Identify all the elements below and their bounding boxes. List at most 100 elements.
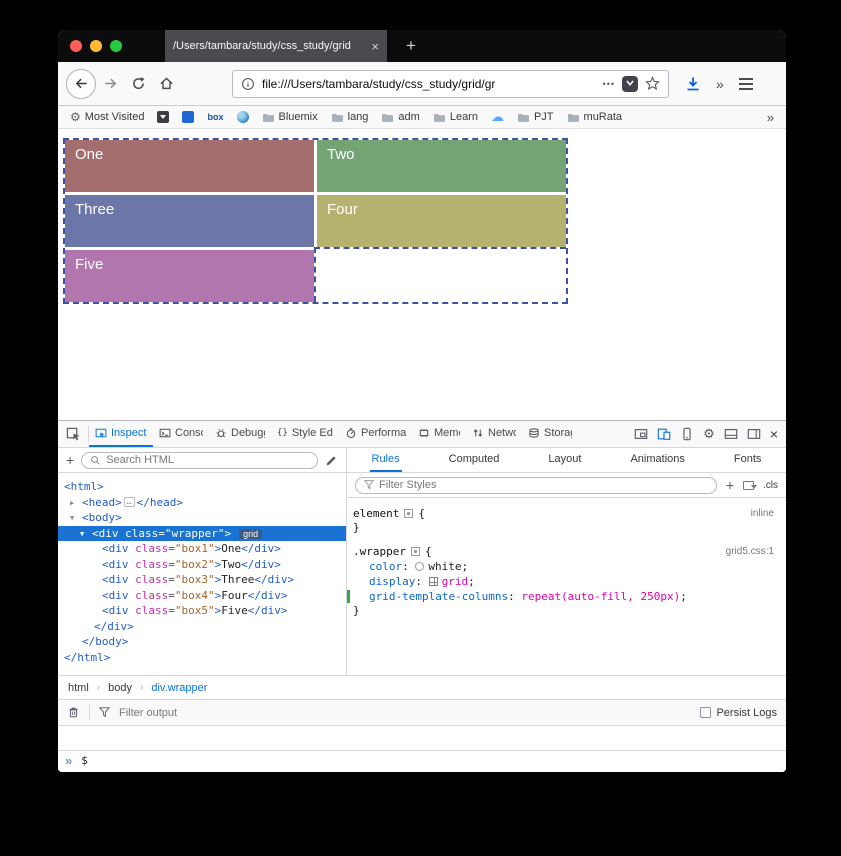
rule-open-brace: { <box>424 545 432 558</box>
selector-highlight-icon[interactable] <box>404 509 414 518</box>
devtools-tabs: Inspector Console Debugger {} Style Edit… <box>89 421 578 447</box>
url-bar[interactable]: file:///Users/tambara/study/css_study/gr… <box>232 69 669 98</box>
devtools-tab-network[interactable]: Network <box>466 421 522 447</box>
back-button[interactable] <box>66 68 96 99</box>
markup-line[interactable]: ▼ <div class="wrapper"> grid <box>58 525 346 543</box>
breadcrumb-item[interactable]: body <box>108 682 132 694</box>
markup-line[interactable]: ▼ <body> <box>58 510 346 526</box>
clear-console-trash-icon[interactable] <box>67 706 80 719</box>
twisty-closed-icon[interactable]: ▶ <box>70 496 80 512</box>
devtools-tab-debugger[interactable]: Debugger <box>209 421 271 447</box>
box-favicon[interactable]: box <box>207 112 223 122</box>
frames-icon[interactable] <box>634 427 648 441</box>
sidebar-tab-animations[interactable]: Animations <box>628 448 686 472</box>
bookmark-most-visited[interactable]: ⚙ Most Visited <box>70 110 144 124</box>
markup-line[interactable]: <div class="box3">Three</div> <box>58 572 346 588</box>
tab-close-icon[interactable]: × <box>371 39 379 54</box>
selector-highlight-icon[interactable] <box>410 547 420 556</box>
responsive-design-icon[interactable] <box>657 427 671 441</box>
css-declaration[interactable]: display: grid; <box>347 574 786 589</box>
bookmark-folder-murata[interactable]: muRata <box>567 111 622 123</box>
sidebar-tab-computed[interactable]: Computed <box>447 448 502 472</box>
css-declaration[interactable]: color: white; <box>347 559 786 574</box>
add-rule-button[interactable]: + <box>726 478 734 492</box>
pseudo-class-panel-icon[interactable] <box>743 480 757 490</box>
devtools-tab-performance[interactable]: Performance <box>339 421 412 447</box>
sidebar-tab-fonts[interactable]: Fonts <box>732 448 764 472</box>
devtools-tab-style-editor[interactable]: {} Style Editor <box>271 421 339 447</box>
markup-line[interactable]: <div class="box5">Five</div> <box>58 603 346 619</box>
home-button[interactable] <box>152 70 180 98</box>
menu-hamburger-icon[interactable] <box>738 77 753 90</box>
markup-line[interactable]: </html> <box>58 650 346 666</box>
markup-line[interactable]: <div class="box1">One</div> <box>58 541 346 557</box>
new-tab-button[interactable]: + <box>398 33 424 59</box>
split-console-icon[interactable] <box>724 427 738 441</box>
bookmark-favicon-dark[interactable] <box>157 111 170 123</box>
filter-output-placeholder[interactable]: Filter output <box>119 707 177 719</box>
device-phone-icon[interactable] <box>680 427 694 441</box>
breadcrumb-item[interactable]: div.wrapper <box>151 682 207 694</box>
download-icon[interactable] <box>685 76 701 92</box>
sidebar-tab-layout[interactable]: Layout <box>546 448 583 472</box>
add-node-button[interactable]: + <box>66 453 74 467</box>
zoom-window-button[interactable] <box>110 40 122 52</box>
globe-favicon[interactable] <box>236 111 249 123</box>
rule-selector[interactable]: element <box>353 507 399 520</box>
rule-selector[interactable]: .wrapper <box>353 545 406 558</box>
bookmarks-overflow-chevron[interactable]: » <box>767 110 774 125</box>
markup-line[interactable]: ▶ <head>… </head> <box>58 495 346 511</box>
settings-gear-icon[interactable]: ⚙ <box>703 426 715 442</box>
devtools-toolbar: Inspector Console Debugger {} Style Edit… <box>58 421 786 448</box>
bookmark-folder-bluemix[interactable]: Bluemix <box>262 111 318 123</box>
minimize-window-button[interactable] <box>90 40 102 52</box>
markup-line[interactable]: <div class="box2">Two</div> <box>58 557 346 573</box>
cloud-bookmark-icon[interactable]: ☁ <box>491 109 504 125</box>
css-property-name: grid-template-columns <box>369 590 509 603</box>
markup-line[interactable]: </div> <box>58 619 346 635</box>
bookmark-folder-lang[interactable]: lang <box>331 111 368 123</box>
close-devtools-icon[interactable]: × <box>770 426 778 442</box>
element-picker-icon[interactable] <box>58 427 88 442</box>
page-actions-icon[interactable]: ••• <box>603 79 615 89</box>
bookmark-folder-adm[interactable]: adm <box>381 111 420 123</box>
bookmark-favicon-blue[interactable] <box>182 111 195 123</box>
dock-side-icon[interactable] <box>747 427 761 441</box>
markup-line[interactable]: <div class="box4">Four</div> <box>58 588 346 604</box>
markup-line[interactable]: </body> <box>58 634 346 650</box>
search-html-input[interactable]: Search HTML <box>81 451 318 469</box>
markup-line[interactable]: <html> <box>58 479 346 495</box>
devtools-tab-console[interactable]: Console <box>153 421 209 447</box>
devtools-tab-inspector[interactable]: Inspector <box>89 421 153 447</box>
sidebar-tab-rules[interactable]: Rules <box>369 448 402 472</box>
forward-button[interactable] <box>96 70 124 98</box>
rule-source-link[interactable]: inline <box>751 508 774 519</box>
pocket-icon[interactable] <box>622 75 638 92</box>
bookmark-folder-learn[interactable]: Learn <box>433 111 478 123</box>
site-info-icon[interactable] <box>241 77 255 91</box>
persist-logs-toggle[interactable]: Persist Logs <box>700 707 777 719</box>
devtools-tab-memory[interactable]: Memory <box>412 421 466 447</box>
filter-styles-input[interactable]: Filter Styles <box>355 476 717 494</box>
filter-output-icon[interactable] <box>99 707 110 718</box>
close-window-button[interactable] <box>70 40 82 52</box>
twisty-open-icon[interactable]: ▼ <box>80 527 90 543</box>
grid-highlighter-toggle-icon[interactable] <box>428 577 438 586</box>
persist-logs-checkbox[interactable] <box>700 707 712 718</box>
console-input[interactable]: $ <box>81 754 88 767</box>
grid-wrapper: One Two Three Four Five <box>63 138 568 304</box>
class-toggle-button[interactable]: .cls <box>763 480 778 491</box>
color-swatch[interactable] <box>415 562 425 571</box>
devtools-tab-storage[interactable]: Storage <box>522 421 578 447</box>
rule-source-link[interactable]: grid5.css:1 <box>726 546 774 557</box>
toolbar-overflow-chevron[interactable]: » <box>716 76 724 92</box>
grid-badge[interactable]: grid <box>239 528 263 539</box>
bookmark-folder-pjt[interactable]: PJT <box>517 111 554 123</box>
twisty-open-icon[interactable]: ▼ <box>70 511 80 527</box>
css-declaration[interactable]: grid-template-columns: repeat(auto-fill,… <box>347 589 786 604</box>
breadcrumb-item[interactable]: html <box>68 682 89 694</box>
bookmark-star-icon[interactable] <box>645 76 660 91</box>
browser-tab[interactable]: /Users/tambara/study/css_study/grid × <box>165 30 387 62</box>
reload-button[interactable] <box>124 70 152 98</box>
edit-html-pencil-icon[interactable] <box>325 454 338 467</box>
